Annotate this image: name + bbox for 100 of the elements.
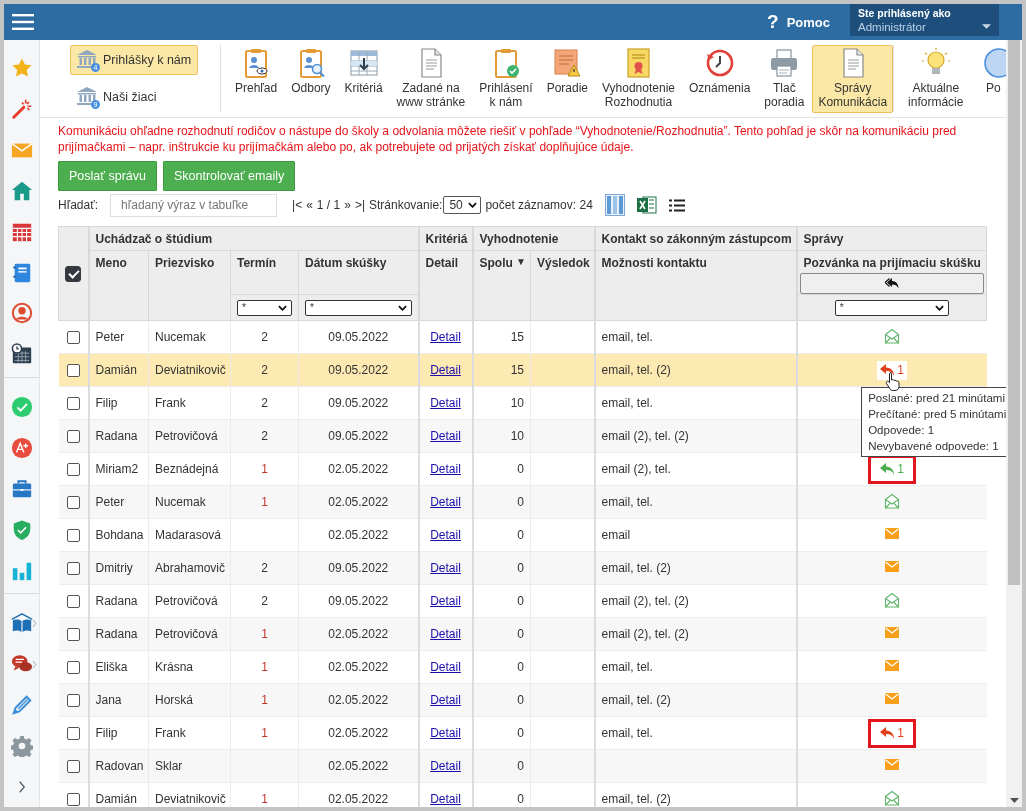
filter-dropdown[interactable]: * — [237, 299, 292, 316]
envelope-icon[interactable] — [885, 528, 899, 539]
column-header[interactable]: Spolu — [479, 256, 513, 270]
list-icon[interactable] — [668, 198, 685, 212]
toolbar-button[interactable]: Kritériá — [338, 45, 389, 113]
settings-icon[interactable] — [10, 734, 33, 757]
search-field[interactable]: hľadaný výraz v tabuľke — [110, 193, 278, 217]
note-warning-icon — [551, 47, 584, 79]
menu-icon[interactable] — [12, 14, 34, 30]
row-checkbox[interactable] — [66, 595, 80, 609]
row-checkbox[interactable] — [66, 760, 80, 774]
row-checkbox[interactable] — [66, 331, 80, 345]
last-page-link[interactable]: >| — [354, 198, 365, 212]
check-circle-icon[interactable] — [10, 396, 33, 419]
pencil-icon[interactable] — [10, 694, 33, 716]
help-icon[interactable]: ? — [767, 11, 779, 33]
toolbar-button[interactable]: Vyhodnotenie Rozhodnutia — [596, 45, 681, 113]
open-envelope-icon[interactable] — [884, 591, 900, 608]
house-icon[interactable] — [10, 179, 33, 202]
first-page-link[interactable]: |< — [292, 198, 303, 212]
row-checkbox[interactable] — [66, 694, 80, 708]
table-row[interactable]: Radovan Sklar 02.05.2022 Detail 0 — [58, 749, 987, 783]
toolbar-button[interactable]: Po — [971, 45, 1006, 113]
columns-icon[interactable] — [604, 194, 625, 216]
notebook-icon[interactable] — [10, 261, 33, 284]
table-row[interactable]: Radana Petrovičová 1 02.05.2022 Detail 0 email (2), tel. (2) — [58, 617, 987, 651]
column-header[interactable]: Výsledok — [537, 256, 590, 270]
open-envelope-icon[interactable] — [884, 492, 900, 509]
detail-link[interactable]: Detail — [430, 726, 461, 740]
reply-filter-button[interactable] — [799, 273, 984, 294]
select-all-checkbox[interactable] — [65, 265, 82, 282]
calendar-clock-icon[interactable] — [10, 343, 33, 366]
user-dropdown[interactable]: Ste prihlásený ako Administrátor — [850, 4, 999, 36]
table-cell: Abrahamovič — [155, 561, 226, 575]
table-row[interactable]: Dmitriy Abrahamovič 2 09.05.2022 Detail 0 email, tel. (2) — [58, 551, 987, 585]
row-checkbox[interactable] — [66, 562, 80, 576]
previous-page-link[interactable]: « — [306, 198, 313, 212]
table-row[interactable]: Damián Deviatnikovič 1 02.05.2022 Detail 0 email, tel. (2) — [58, 782, 987, 807]
column-header[interactable]: Možnosti kontaktu — [601, 256, 707, 270]
filter-dropdown[interactable]: * — [305, 299, 412, 316]
column-header[interactable]: Detail — [425, 256, 459, 270]
table-cell: Petrovičová — [155, 594, 218, 608]
row-checkbox[interactable] — [66, 727, 80, 741]
next-page-link[interactable]: » — [344, 198, 351, 212]
table-cell: 02.05.2022 — [328, 627, 389, 641]
envelope-icon[interactable] — [885, 627, 899, 638]
detail-link[interactable]: Detail — [430, 660, 461, 674]
detail-link[interactable]: Detail — [430, 396, 461, 410]
row-checkbox[interactable] — [66, 793, 80, 807]
row-checkbox[interactable] — [66, 496, 80, 510]
detail-link[interactable]: Detail — [430, 330, 461, 344]
table-cell: Beznádejná — [155, 462, 219, 476]
scroll-down-arrow-icon[interactable] — [1009, 798, 1019, 803]
table-cell: 1 — [261, 495, 268, 509]
reply-indicator[interactable]: 1 — [868, 718, 916, 748]
detail-link[interactable]: Detail — [430, 792, 461, 806]
column-header[interactable]: Priezvisko — [155, 256, 215, 270]
filter-dropdown[interactable]: * — [834, 299, 949, 316]
toolbar-button[interactable]: Zadané na www stránke — [390, 45, 472, 113]
row-checkbox[interactable] — [66, 364, 80, 378]
toolbar-button[interactable]: Oznámenia — [682, 45, 757, 113]
page-size-dropdown[interactable]: 50 — [443, 196, 482, 214]
person-icon[interactable] — [10, 302, 33, 325]
envelope-icon[interactable] — [885, 660, 899, 671]
scrollbar-thumb[interactable] — [1008, 40, 1020, 585]
table-cell: 10 — [510, 396, 524, 410]
magic-wand-icon[interactable] — [10, 98, 33, 121]
table-row[interactable]: Jana Horská 1 02.05.2022 Detail 0 email, tel. (2) — [58, 683, 987, 717]
toolbar-button[interactable]: Správy Komunikácia — [812, 45, 894, 113]
help-link[interactable]: Pomoc — [786, 14, 830, 30]
open-envelope-icon[interactable] — [884, 789, 900, 806]
button-label: Prihlášky k nám — [103, 52, 192, 67]
row-checkbox[interactable] — [66, 463, 80, 477]
row-checkbox[interactable] — [66, 661, 80, 675]
row-checkbox[interactable] — [66, 430, 80, 444]
grade-icon[interactable] — [10, 437, 33, 459]
open-envelope-icon[interactable] — [884, 327, 900, 344]
envelope-icon[interactable] — [885, 693, 899, 704]
row-checkbox[interactable] — [66, 529, 80, 543]
row-checkbox[interactable] — [66, 397, 80, 411]
toolbar-button[interactable]: Aktuálne informácie — [902, 45, 970, 113]
toolbar-button[interactable]: Prehľad — [229, 45, 284, 113]
book-icon[interactable] — [10, 612, 33, 635]
detail-link[interactable]: Detail — [430, 462, 461, 476]
sort-indicator[interactable]: ▼ — [516, 256, 526, 267]
row-checkbox[interactable] — [66, 628, 80, 642]
envelope-icon[interactable] — [885, 561, 899, 572]
toolbar-button[interactable]: Tlač poradia — [758, 45, 811, 113]
column-header[interactable]: Meno — [95, 256, 127, 270]
toolbar-button[interactable]: Poradie — [540, 45, 594, 113]
envelope-icon[interactable] — [885, 759, 899, 770]
detail-link[interactable]: Detail — [430, 528, 461, 542]
table-cell: 1 — [261, 462, 268, 476]
detail-link[interactable]: Detail — [430, 594, 461, 608]
spreadsheet-icon[interactable] — [636, 195, 657, 215]
column-header[interactable]: Termín — [237, 256, 277, 270]
table-row[interactable]: Peter Nucemak 1 02.05.2022 Detail 0 email, tel. — [58, 485, 987, 519]
toolbar-button[interactable]: Prihlásení k nám — [473, 45, 539, 113]
toolbar-button[interactable]: Odbory — [285, 45, 337, 113]
briefcase-icon[interactable] — [10, 477, 33, 500]
